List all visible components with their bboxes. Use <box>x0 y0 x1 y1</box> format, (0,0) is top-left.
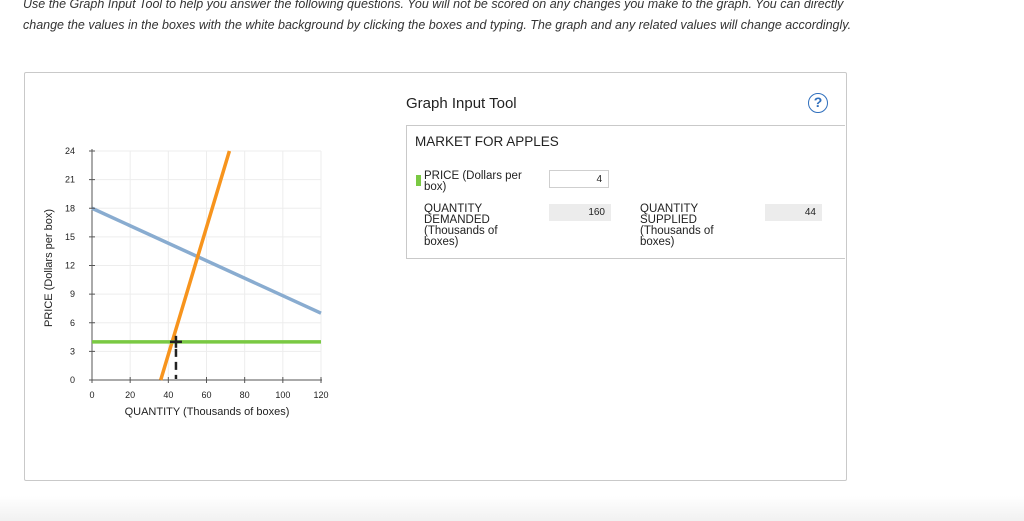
y-tick-label: 21 <box>65 175 75 185</box>
quantity-supplied-value: 44 <box>765 204 822 221</box>
y-axis-label: PRICE (Dollars per box) <box>43 209 55 327</box>
x-tick-label: 120 <box>313 390 328 400</box>
market-table: MARKET FOR APPLES PRICE (Dollars per box… <box>406 125 845 259</box>
bottom-shade <box>0 496 1024 521</box>
x-tick-label: 0 <box>89 390 94 400</box>
y-tick-label: 3 <box>70 346 75 356</box>
quantity-demanded-value: 160 <box>549 204 611 221</box>
y-tick-label: 18 <box>65 203 75 213</box>
graph-input-tool-title: Graph Input Tool <box>406 95 517 112</box>
price-input[interactable]: 4 <box>549 170 609 188</box>
x-axis-label: QUANTITY (Thousands of boxes) <box>125 406 290 418</box>
y-tick-label: 12 <box>65 261 75 271</box>
price-color-swatch <box>416 175 421 186</box>
market-title: MARKET FOR APPLES <box>415 134 559 149</box>
graph-ticks: 0 3 6 9 12 15 18 21 24 0 20 40 60 80 100 120 <box>65 146 329 400</box>
price-label-line-2: box) <box>424 181 447 193</box>
market-graph[interactable]: 0 3 6 9 12 15 18 21 24 0 20 40 60 80 100 120 PRICE (Dol… <box>0 0 400 480</box>
x-tick-label: 40 <box>163 390 173 400</box>
y-tick-label: 9 <box>70 289 75 299</box>
y-tick-label: 6 <box>70 318 75 328</box>
qd-label-line-4: boxes) <box>424 236 459 248</box>
x-tick-label: 80 <box>240 390 250 400</box>
graph-grid <box>92 150 322 380</box>
x-tick-label: 100 <box>275 390 290 400</box>
x-tick-label: 20 <box>125 390 135 400</box>
y-tick-label: 0 <box>70 375 75 385</box>
help-icon[interactable]: ? <box>808 93 828 113</box>
y-tick-label: 24 <box>65 146 75 156</box>
qs-label-line-4: boxes) <box>640 236 675 248</box>
x-tick-label: 60 <box>201 390 211 400</box>
y-tick-label: 15 <box>65 232 75 242</box>
